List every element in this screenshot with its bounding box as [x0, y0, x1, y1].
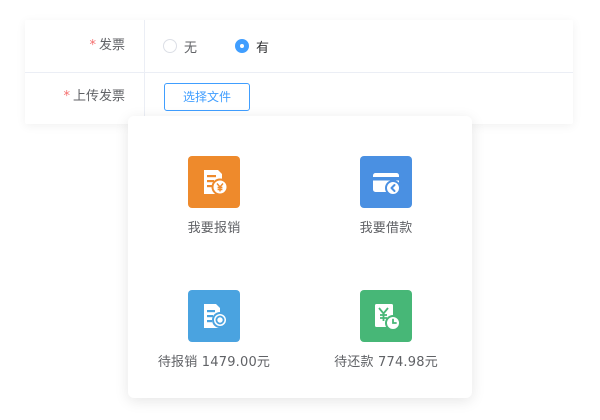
radio-label-none: 无 — [184, 40, 198, 56]
required-mark: * — [63, 89, 70, 104]
tile-label-reimburse: 我要报销 — [187, 221, 241, 236]
radio-circle-checked[interactable] — [235, 39, 249, 53]
tile-label-loan: 我要借款 — [359, 221, 413, 236]
radio-circle-unchecked[interactable] — [163, 39, 177, 53]
required-mark: * — [89, 38, 96, 53]
tile-reimburse[interactable]: 我要报销 — [128, 156, 300, 256]
reimburse-doc-yen-icon — [188, 156, 240, 208]
radio-label-yes: 有 — [256, 40, 270, 56]
choose-file-button[interactable]: 选择文件 — [164, 83, 250, 111]
tile-pending-repayment[interactable]: 待还款 774.98元 — [300, 290, 472, 390]
invoice-label: * 发票 — [25, 20, 125, 72]
invoice-label-text: 发票 — [98, 38, 125, 53]
invoice-form: * 发票 无 有 * 上传发票 选择文件 — [25, 20, 573, 124]
tile-label-pending-repayment: 待还款 774.98元 — [334, 355, 438, 370]
card-loan-icon — [360, 156, 412, 208]
invoice-row: * 发票 无 有 — [25, 20, 573, 72]
page: * 发票 无 有 * 上传发票 选择文件 我要报销 我要借款 待报销 1479.… — [0, 0, 600, 420]
radio-invoice-yes[interactable]: 有 — [235, 20, 269, 72]
tile-pending-reimbursement[interactable]: 待报销 1479.00元 — [128, 290, 300, 390]
pending-doc-clock-icon — [188, 290, 240, 342]
upload-invoice-label-text: 上传发票 — [72, 89, 125, 104]
tile-loan[interactable]: 我要借款 — [300, 156, 472, 256]
upload-invoice-label: * 上传发票 — [25, 73, 125, 121]
quick-action-popover: 我要报销 我要借款 待报销 1479.00元 待还款 774.98元 — [128, 116, 472, 398]
yen-clock-repay-icon — [360, 290, 412, 342]
tile-label-pending-reimbursement: 待报销 1479.00元 — [157, 355, 271, 370]
radio-invoice-none[interactable]: 无 — [163, 20, 197, 72]
